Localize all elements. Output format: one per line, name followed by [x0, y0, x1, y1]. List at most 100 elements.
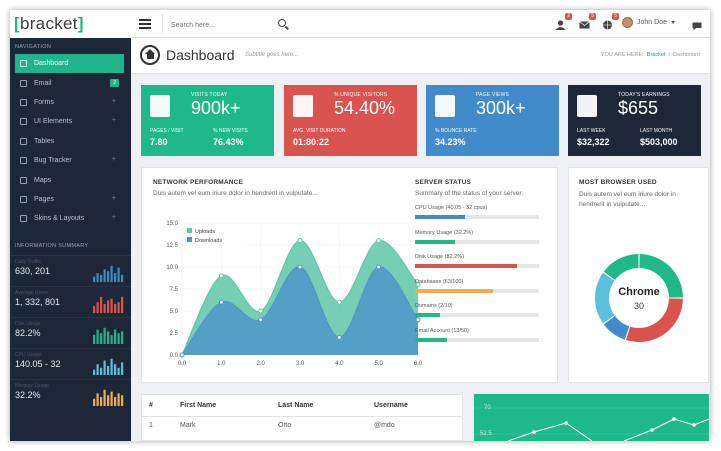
sparkline-bar	[114, 363, 117, 375]
file-icon	[20, 195, 27, 203]
line-point	[532, 430, 536, 434]
data-point	[297, 264, 303, 270]
user-menu[interactable]: John Doe	[622, 17, 675, 28]
server-item: Domains (2/10)	[415, 299, 540, 324]
sidebar-item-bug-tracker[interactable]: Bug Tracker +	[10, 151, 131, 170]
sidebar-item-skins-layouts[interactable]: Skins & Layouts +	[10, 209, 131, 228]
logo-text: bracket	[19, 14, 78, 33]
y-tick-label: 10.0	[166, 265, 178, 271]
app-window: [bracket] 2 5 5 John Doe NAVIGATION	[10, 10, 710, 441]
data-table: # First Name Last Name Username 1 Mark O…	[141, 394, 463, 441]
users-icon	[150, 95, 170, 117]
menu-toggle-icon[interactable]	[139, 19, 151, 29]
server-status: SERVER STATUS Summary of the status of y…	[415, 179, 540, 348]
sparkline-bar	[100, 367, 103, 375]
sidebar-item-ui-elements[interactable]: UI Elements +	[10, 112, 131, 131]
x-tick-label: 1.0	[217, 361, 226, 367]
summary-row: Daily Traffic 630, 201	[10, 254, 131, 286]
server-desc: Summary of the status of your server.	[415, 190, 524, 197]
breadcrumb-link[interactable]: Bracket	[647, 52, 666, 58]
browser-desc: Duis autem vel eum iriure dolor in hendr…	[579, 191, 676, 208]
server-item: Databases (63/100)	[415, 275, 540, 300]
sparkline-bar	[121, 394, 124, 406]
sparkline-bar	[96, 363, 99, 375]
data-point	[258, 308, 264, 314]
search-input[interactable]	[171, 15, 271, 36]
sidebar-item-tables[interactable]: Tables	[10, 132, 131, 151]
table-header: #	[149, 402, 153, 409]
stat-tile-unique-visitors: % UNIQUE VISITORS 54.40% AVG. VISIT DURA…	[284, 85, 417, 156]
sidebar-item-dashboard[interactable]: Dashboard	[15, 54, 124, 74]
server-item: Memory Usage (32.2%)	[415, 226, 540, 251]
sparkline-bar	[121, 274, 124, 282]
y-tick-label: 2.5	[170, 331, 179, 337]
document-icon	[435, 95, 455, 117]
progress-bar	[415, 239, 455, 244]
sparkline-bar	[114, 329, 117, 344]
legend-label: Uploads	[195, 229, 215, 235]
network-panel: NETWORK PERFORMANCE Duis autem vel eum i…	[141, 167, 558, 383]
user-name: John Doe	[637, 19, 667, 26]
search-box	[162, 14, 292, 36]
sidebar-item-maps[interactable]: Maps	[10, 170, 131, 189]
sparkline-bar	[107, 365, 110, 375]
y-tick-label: 15.0	[166, 221, 178, 227]
chart-legend: Uploads Downloads	[184, 225, 246, 247]
envelope-icon	[20, 79, 27, 87]
server-item: Email Account (13/50)	[415, 324, 540, 349]
data-point	[218, 273, 224, 279]
sparkline-bar	[114, 396, 117, 406]
sparkline-bar	[110, 334, 113, 344]
avatar	[622, 17, 633, 28]
x-tick-label: 2.0	[256, 361, 265, 367]
expand-icon: +	[111, 194, 116, 202]
sparkline-bar	[117, 392, 120, 406]
sparkline-bar	[93, 334, 96, 344]
progress-bar	[415, 337, 448, 342]
server-item: Disk Usage (82.2%)	[415, 250, 540, 275]
suitcase-icon	[20, 118, 27, 126]
sparkline	[93, 296, 124, 313]
sparkline-bar	[110, 391, 113, 406]
user-icon[interactable]: 2	[555, 13, 572, 30]
y-tick-label: 12.5	[166, 243, 178, 249]
breadcrumb: YOU ARE HERE: Bracket / Dashboard	[600, 52, 700, 58]
notification-badge: 5	[589, 13, 596, 20]
chat-icon[interactable]	[692, 18, 703, 31]
table-header: Last Name	[278, 402, 314, 409]
sparkline-bar	[96, 272, 99, 282]
sidebar-item-forms[interactable]: Forms +	[10, 93, 131, 112]
sparkline-bar	[100, 396, 103, 406]
legend-swatch	[187, 237, 192, 242]
sparkline-bar	[96, 301, 99, 313]
search-icon[interactable]	[278, 19, 286, 27]
sparkline-bar	[103, 303, 106, 313]
summary-heading: INFORMATION SUMMARY	[15, 242, 89, 249]
edit-icon	[20, 98, 27, 106]
stat-value: 54.40%	[334, 98, 396, 118]
mini-line-chart	[474, 407, 709, 441]
sparkline-bar	[93, 369, 96, 375]
table-header: Username	[374, 402, 408, 409]
logo[interactable]: [bracket]	[10, 10, 131, 38]
envelope-icon[interactable]: 5	[579, 13, 596, 29]
sparkline-bar	[107, 270, 110, 282]
network-heading: NETWORK PERFORMANCE	[153, 179, 244, 186]
sparkline-bar	[107, 330, 110, 344]
line-series	[623, 418, 709, 441]
browser-panel: MOST BROWSER USED Duis autem vel eum iri…	[568, 167, 709, 383]
table-cell: Otto	[278, 422, 292, 429]
sparkline-bar	[96, 329, 99, 344]
sidebar-item-pages[interactable]: Pages +	[10, 190, 131, 209]
sparkline-bar	[110, 298, 113, 313]
progress-bar	[415, 313, 440, 317]
sidebar-item-email[interactable]: Email 2	[10, 73, 131, 92]
x-tick-label: 3.0	[296, 361, 305, 367]
globe-icon[interactable]: 5	[602, 13, 619, 30]
sparkline-bar	[100, 274, 103, 282]
browser-donut-chart	[595, 254, 683, 342]
table-cell: @mdo	[374, 422, 395, 429]
email-count-badge: 2	[110, 79, 119, 88]
summary-row: Memory Usage 32.2%	[10, 378, 131, 410]
sparkline-bar	[93, 276, 96, 282]
